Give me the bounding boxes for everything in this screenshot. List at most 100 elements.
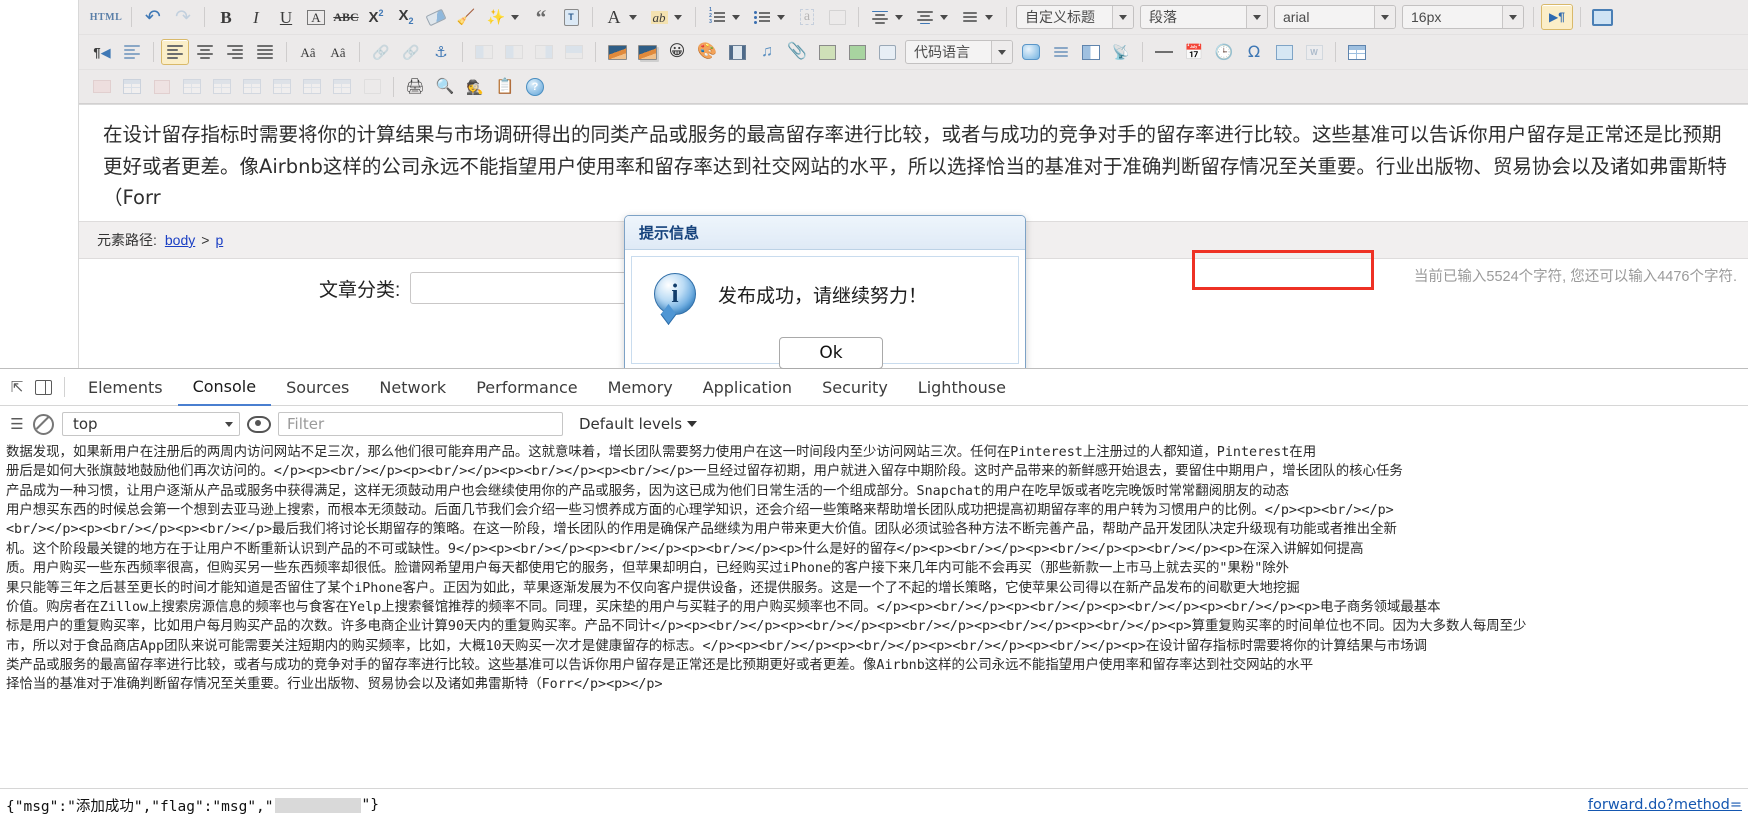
- auto-typeset-group[interactable]: ✨: [481, 4, 524, 30]
- delete-row-icon[interactable]: [298, 74, 326, 100]
- log-levels-dropdown[interactable]: Default levels: [579, 415, 698, 433]
- execution-context-select[interactable]: top: [62, 412, 240, 436]
- image-no-float-icon[interactable]: [530, 39, 558, 65]
- text-direction-button[interactable]: ▶¶: [1541, 4, 1573, 30]
- insert-table-icon[interactable]: [1343, 39, 1371, 65]
- chevron-down-icon[interactable]: [732, 14, 740, 20]
- paragraph-spacing-top-icon[interactable]: [866, 4, 894, 30]
- align-left-button[interactable]: [161, 39, 189, 65]
- paragraph-spacing-top-group[interactable]: [865, 4, 908, 30]
- remove-format-eraser-icon[interactable]: [422, 4, 450, 30]
- editor-content-area[interactable]: 在设计留存指标时需要将你的计算结果与市场调研得出的同类产品或服务的最高留存率进行…: [79, 105, 1748, 221]
- chevron-down-icon[interactable]: [940, 14, 948, 20]
- align-justify-button[interactable]: [251, 39, 279, 65]
- paragraph-format-select[interactable]: 段落: [1140, 5, 1268, 29]
- console-output-area[interactable]: 数据发现，如果新用户在注册后的两周内访问网站不足三次，那么他们很可能弃用产品。这…: [0, 441, 1748, 789]
- bold-button[interactable]: B: [212, 4, 240, 30]
- insert-image-icon[interactable]: [603, 39, 631, 65]
- increase-font-size-button[interactable]: Aâ: [324, 39, 352, 65]
- webapp-globe-icon[interactable]: [873, 39, 901, 65]
- source-url-link[interactable]: forward.do?method=: [1588, 797, 1748, 813]
- tab-console[interactable]: Console: [177, 368, 272, 406]
- clear-console-icon[interactable]: [30, 411, 56, 437]
- tab-performance[interactable]: Performance: [461, 369, 592, 405]
- paste-plain-text-icon[interactable]: T: [557, 4, 585, 30]
- delete-column-icon[interactable]: [328, 74, 356, 100]
- line-height-icon[interactable]: [956, 4, 984, 30]
- chevron-down-icon[interactable]: [674, 14, 682, 20]
- tab-application[interactable]: Application: [688, 369, 807, 405]
- tab-memory[interactable]: Memory: [593, 369, 688, 405]
- undo-button[interactable]: ↶: [139, 4, 167, 30]
- formula-icon[interactable]: [1270, 39, 1298, 65]
- unlink-icon[interactable]: 🔗: [397, 39, 425, 65]
- insert-date-calendar-icon[interactable]: 📅: [1180, 39, 1208, 65]
- search-replace-icon[interactable]: 🕵: [461, 74, 489, 100]
- insert-template-icon[interactable]: [1047, 39, 1075, 65]
- font-size-select[interactable]: 16px: [1402, 5, 1524, 29]
- element-path-body[interactable]: body: [165, 232, 195, 248]
- dialog-ok-button[interactable]: Ok: [779, 337, 883, 369]
- font-color-button[interactable]: A: [600, 4, 628, 30]
- chevron-down-icon[interactable]: [895, 14, 903, 20]
- tab-security[interactable]: Security: [807, 369, 903, 405]
- chevron-down-icon[interactable]: [629, 14, 637, 20]
- split-cell-right-icon[interactable]: [208, 74, 236, 100]
- fullscreen-monitor-icon[interactable]: [1588, 4, 1616, 30]
- insert-row-icon[interactable]: [88, 74, 116, 100]
- scrawl-palette-icon[interactable]: 🎨: [693, 39, 721, 65]
- attachment-clip-icon[interactable]: 📎: [783, 39, 811, 65]
- chevron-down-icon[interactable]: [985, 14, 993, 20]
- background-color-button[interactable]: ab: [645, 4, 673, 30]
- layout-columns-icon[interactable]: [1077, 39, 1105, 65]
- chevron-down-icon[interactable]: [1246, 6, 1267, 28]
- align-right-button[interactable]: [221, 39, 249, 65]
- element-path-p[interactable]: p: [215, 232, 223, 248]
- chevron-down-icon[interactable]: [1374, 6, 1395, 28]
- map-icon[interactable]: [813, 39, 841, 65]
- insert-music-icon[interactable]: ♫: [753, 39, 781, 65]
- format-brush-icon[interactable]: 🧹: [452, 4, 480, 30]
- paste-icon[interactable]: 📋: [491, 74, 519, 100]
- preview-icon[interactable]: 🔍: [431, 74, 459, 100]
- ordered-list-icon[interactable]: 123: [703, 4, 731, 30]
- split-cell-down-icon[interactable]: [238, 74, 266, 100]
- insert-time-clock-icon[interactable]: 🕒: [1210, 39, 1238, 65]
- superscript-button[interactable]: X2: [362, 4, 390, 30]
- redo-button[interactable]: ↷: [169, 4, 197, 30]
- background-color-group[interactable]: ab: [644, 4, 687, 30]
- insert-code-icon[interactable]: [1017, 39, 1045, 65]
- indent-button[interactable]: [118, 39, 146, 65]
- paragraph-spacing-bottom-group[interactable]: [910, 4, 953, 30]
- image-float-left-icon[interactable]: [470, 39, 498, 65]
- text-border-button[interactable]: A: [302, 4, 330, 30]
- chevron-down-icon[interactable]: [777, 14, 785, 20]
- page-break-icon[interactable]: [823, 4, 851, 30]
- blockquote-button[interactable]: “: [527, 4, 555, 30]
- unordered-list-icon[interactable]: [748, 4, 776, 30]
- subscript-button[interactable]: X2: [392, 4, 420, 30]
- font-family-select[interactable]: arial: [1274, 5, 1396, 29]
- align-center-button[interactable]: [191, 39, 219, 65]
- tab-lighthouse[interactable]: Lighthouse: [903, 369, 1021, 405]
- insert-link-icon[interactable]: 🔗: [367, 39, 395, 65]
- unordered-list-group[interactable]: [747, 4, 790, 30]
- italic-button[interactable]: I: [242, 4, 270, 30]
- source-html-button[interactable]: HTML: [88, 4, 124, 30]
- chevron-down-icon[interactable]: [219, 421, 239, 427]
- delete-table-icon[interactable]: [268, 74, 296, 100]
- strikethrough-button[interactable]: ABC: [332, 4, 360, 30]
- live-expression-eye-icon[interactable]: [246, 411, 272, 437]
- help-icon[interactable]: ?: [521, 74, 549, 100]
- print-icon[interactable]: 🖨: [401, 74, 429, 100]
- console-sidebar-icon[interactable]: ☰: [4, 411, 30, 437]
- device-toolbar-icon[interactable]: [30, 374, 56, 400]
- code-language-select[interactable]: 代码语言: [905, 40, 1013, 64]
- table-properties-icon[interactable]: [178, 74, 206, 100]
- chevron-down-icon[interactable]: [1502, 6, 1523, 28]
- emoticon-icon[interactable]: 😀: [663, 39, 691, 65]
- image-float-right-icon[interactable]: [500, 39, 528, 65]
- anchor-text-icon[interactable]: a: [793, 4, 821, 30]
- horizontal-rule-icon[interactable]: [1150, 39, 1178, 65]
- tab-network[interactable]: Network: [364, 369, 461, 405]
